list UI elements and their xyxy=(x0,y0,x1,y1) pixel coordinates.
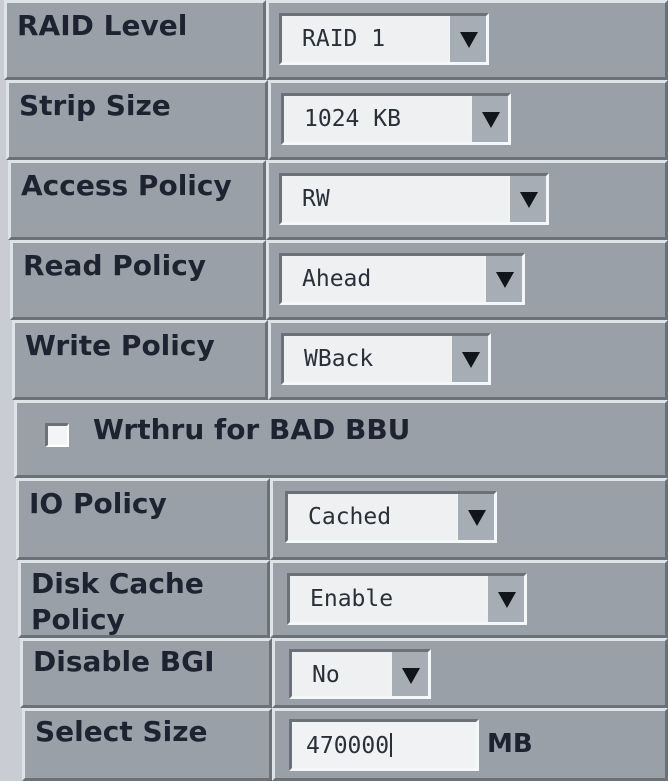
chevron-down-icon[interactable] xyxy=(456,494,494,540)
strip-size-label-cell: Strip Size xyxy=(6,80,268,160)
raid-level-value: RAID 1 xyxy=(302,26,386,52)
io-policy-control-cell: Cached xyxy=(270,478,668,560)
wrthru-bad-bbu-cell: Wrthru for BAD BBU xyxy=(14,400,668,478)
raid-level-label-cell: RAID Level xyxy=(4,0,266,80)
chevron-down-icon[interactable] xyxy=(470,96,508,142)
write-policy-value: WBack xyxy=(304,346,374,372)
chevron-down-icon[interactable] xyxy=(450,336,488,382)
chevron-down-icon[interactable] xyxy=(390,652,428,696)
select-size-value: 470000 xyxy=(306,733,393,759)
wrthru-bad-bbu-row: Wrthru for BAD BBU xyxy=(14,400,668,478)
strip-size-row: Strip Size 1024 KB xyxy=(6,80,668,160)
chevron-down-icon[interactable] xyxy=(448,16,486,62)
io-policy-label: IO Policy xyxy=(29,487,167,520)
access-policy-row: Access Policy RW xyxy=(8,160,668,240)
write-policy-label-cell: Write Policy xyxy=(12,320,268,400)
raid-level-label: RAID Level xyxy=(17,9,188,42)
select-size-unit: MB xyxy=(487,729,533,759)
virtual-drive-config-form: RAID Level RAID 1 Strip Size 1024 KB Acc… xyxy=(0,0,668,781)
write-policy-label: Write Policy xyxy=(25,329,215,362)
disable-bgi-label-cell: Disable BGI xyxy=(20,638,272,708)
disk-cache-policy-label-line1: Disk Cache xyxy=(31,567,204,600)
disk-cache-policy-row: Disk Cache Policy Enable xyxy=(18,560,668,638)
write-policy-control-cell: WBack xyxy=(268,320,668,400)
wrthru-bad-bbu-checkbox[interactable] xyxy=(45,423,69,447)
disable-bgi-value: No xyxy=(312,662,340,688)
raid-level-row: RAID Level RAID 1 xyxy=(4,0,668,80)
disk-cache-policy-value: Enable xyxy=(310,586,394,612)
disable-bgi-row: Disable BGI No xyxy=(20,638,668,708)
disk-cache-policy-label-line2: Policy xyxy=(31,603,125,636)
access-policy-label-cell: Access Policy xyxy=(8,160,266,240)
access-policy-label: Access Policy xyxy=(21,169,232,202)
io-policy-value: Cached xyxy=(308,504,392,530)
chevron-down-icon[interactable] xyxy=(486,576,524,622)
read-policy-control-cell: Ahead xyxy=(266,240,668,320)
access-policy-select[interactable]: RW xyxy=(279,173,549,225)
disable-bgi-control-cell: No xyxy=(272,638,668,708)
disk-cache-policy-label-cell: Disk Cache Policy xyxy=(18,560,270,638)
access-policy-value: RW xyxy=(302,186,330,212)
io-policy-select[interactable]: Cached xyxy=(285,491,497,543)
disable-bgi-label: Disable BGI xyxy=(33,645,215,678)
read-policy-select[interactable]: Ahead xyxy=(279,253,525,305)
strip-size-control-cell: 1024 KB xyxy=(268,80,668,160)
disk-cache-policy-select[interactable]: Enable xyxy=(287,573,527,625)
wrthru-bad-bbu-label[interactable]: Wrthru for BAD BBU xyxy=(93,413,410,447)
io-policy-row: IO Policy Cached xyxy=(16,478,668,560)
text-cursor xyxy=(390,733,393,757)
write-policy-select[interactable]: WBack xyxy=(281,333,491,385)
select-size-label-cell: Select Size xyxy=(22,708,272,781)
disable-bgi-select[interactable]: No xyxy=(289,649,431,699)
read-policy-label-cell: Read Policy xyxy=(10,240,266,320)
select-size-input[interactable]: 470000 xyxy=(289,719,479,771)
raid-level-control-cell: RAID 1 xyxy=(266,0,668,80)
select-size-label: Select Size xyxy=(35,715,208,748)
read-policy-value: Ahead xyxy=(302,266,372,292)
select-size-control-cell: 470000 MB xyxy=(272,708,668,781)
access-policy-control-cell: RW xyxy=(266,160,668,240)
read-policy-label: Read Policy xyxy=(23,249,207,282)
strip-size-value: 1024 KB xyxy=(304,106,401,132)
io-policy-label-cell: IO Policy xyxy=(16,478,270,560)
strip-size-select[interactable]: 1024 KB xyxy=(281,93,511,145)
write-policy-row: Write Policy WBack xyxy=(12,320,668,400)
chevron-down-icon[interactable] xyxy=(484,256,522,302)
chevron-down-icon[interactable] xyxy=(508,176,546,222)
read-policy-row: Read Policy Ahead xyxy=(10,240,668,320)
select-size-row: Select Size 470000 MB xyxy=(22,708,668,781)
disk-cache-policy-control-cell: Enable xyxy=(270,560,668,638)
strip-size-label: Strip Size xyxy=(19,89,171,122)
raid-level-select[interactable]: RAID 1 xyxy=(279,13,489,65)
